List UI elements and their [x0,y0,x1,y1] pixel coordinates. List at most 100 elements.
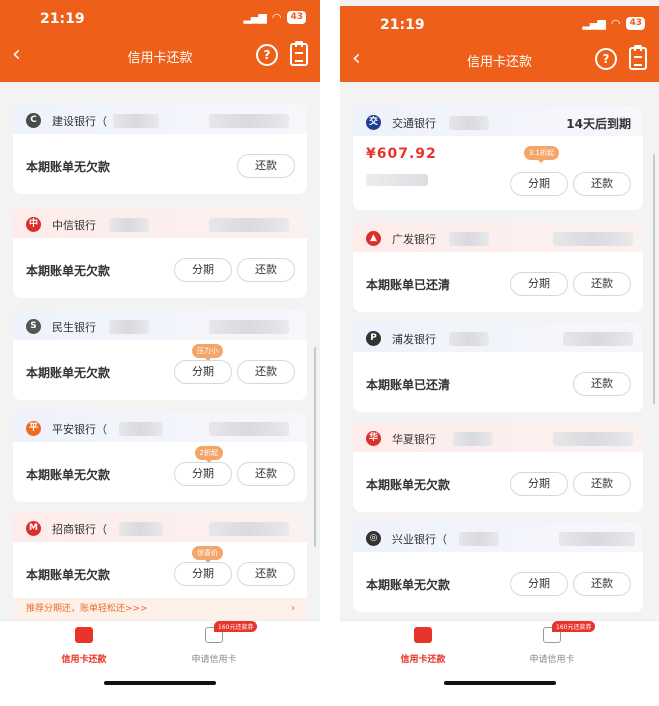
banner-text: 推荐分期还，账单轻松还>>> [26,604,148,614]
bank-name: 交通银行 [392,117,436,130]
status-icons: ▂▄▆ ◠ 43 [582,17,645,30]
split-button[interactable]: 分期 [510,472,568,496]
masked-card-number [459,532,499,546]
card-citic[interactable]: 中 中信银行 本期账单无欠款 分期 还款 [13,208,307,298]
phone-screen-left: 21:19 ▂▄▆ ◠ 43 ‹ 信用卡还款 ? C 建设银行（ 本期账单无欠款… [0,0,320,706]
battery-icon: 43 [287,11,306,24]
card-pingan[interactable]: 平 平安银行（ 本期账单无欠款 2折起 分期 还款 [13,412,307,502]
split-button[interactable]: 分期 [174,258,232,282]
pay-button[interactable]: 还款 [573,572,631,596]
coupon-badge: 160元还款券 [552,621,596,632]
masked-card-number [449,116,489,130]
promo-badge: 压力小 [192,344,223,361]
status-time: 21:19 [40,11,85,27]
scrollbar[interactable] [314,347,316,547]
bill-status: 本期账单已还清 [366,378,451,392]
split-button[interactable]: 分期 [174,360,232,384]
tab-apply[interactable]: 160元还款券 申请信用卡 [154,621,274,665]
split-button[interactable]: 分期 [174,562,232,586]
masked-card-number [209,522,289,536]
top-bar: 21:19 ▂▄▆ ◠ 43 ‹ 信用卡还款 ? [340,6,659,82]
card-cgb[interactable]: ▲ 广发银行 本期账单已还清 分期 还款 [353,222,643,312]
card-cib[interactable]: ◎ 兴业银行（ 本期账单无欠款 分期 还款 [353,522,643,612]
masked-amount-detail [366,174,428,186]
pay-button[interactable]: 还款 [573,372,631,396]
card-bocom[interactable]: 交 交通银行 14天后到期 ¥607.92 3.1折起 分期 还款 [353,106,643,210]
bill-status: 本期账单无欠款 [26,568,111,582]
masked-card-number [563,332,633,346]
bill-status: 本期账单无欠款 [366,578,451,592]
bank-name: 兴业银行（ [392,533,447,546]
card-icon [75,627,93,643]
bank-name: 招商银行（ [52,523,107,536]
phone-screen-right: 21:19 ▂▄▆ ◠ 43 ‹ 信用卡还款 ? 交 交通银行 14天后到期 ¥… [340,0,659,706]
masked-card-number [209,320,289,334]
card-hxb[interactable]: 华 华夏银行 本期账单无欠款 分期 还款 [353,422,643,512]
bill-status: 本期账单无欠款 [26,160,111,174]
masked-card-number [209,422,289,436]
nav-bar: ‹ 信用卡还款 ? [0,41,320,70]
split-button[interactable]: 分期 [510,172,568,196]
split-promo-banner[interactable]: 推荐分期还，账单轻松还>>> › [13,598,307,620]
bank-name: 浦发银行 [392,333,436,346]
spdb-logo-icon: P [366,331,381,346]
bocom-logo-icon: 交 [366,115,381,130]
tab-repay[interactable]: 信用卡还款 [363,627,483,665]
tab-repay[interactable]: 信用卡还款 [24,627,144,665]
signal-icon: ▂▄▆ [243,11,266,24]
pay-button[interactable]: 还款 [237,154,295,178]
bank-name: 建设银行（ [52,115,107,128]
battery-icon: 43 [626,17,645,30]
promo-badge: 惊喜价 [192,546,223,563]
card-list: C 建设银行（ 本期账单无欠款 还款 中 中信银行 本期账单无欠款 分期 还款 … [0,82,320,620]
bank-name: 平安银行（ [52,423,107,436]
cgb-logo-icon: ▲ [366,231,381,246]
nav-bar: ‹ 信用卡还款 ? [340,45,659,74]
ccb-logo-icon: C [26,113,41,128]
scrollbar[interactable] [653,154,655,404]
pay-button[interactable]: 还款 [237,360,295,384]
help-icon[interactable]: ? [256,44,278,66]
wifi-icon: ◠ [271,11,282,24]
card-cmbc[interactable]: S 民生银行 本期账单无欠款 压力小 分期 还款 [13,310,307,400]
coupon-badge: 160元还款券 [214,621,258,632]
masked-card-number [449,332,489,346]
split-button[interactable]: 分期 [174,462,232,486]
pay-button[interactable]: 还款 [237,462,295,486]
home-indicator [443,681,556,685]
masked-card-number [209,114,289,128]
bank-name: 中信银行 [52,219,96,232]
card-ccb[interactable]: C 建设银行（ 本期账单无欠款 还款 [13,104,307,194]
citic-logo-icon: 中 [26,217,41,232]
bill-status: 本期账单无欠款 [26,468,111,482]
status-time: 21:19 [380,17,425,33]
pay-button[interactable]: 还款 [573,472,631,496]
masked-card-number [109,218,149,232]
split-button[interactable]: 分期 [510,572,568,596]
pay-button[interactable]: 还款 [237,258,295,282]
masked-card-number [553,232,633,246]
pay-button[interactable]: 还款 [237,562,295,586]
split-button[interactable]: 分期 [510,272,568,296]
pingan-logo-icon: 平 [26,421,41,436]
tab-apply[interactable]: 160元还款券 申请信用卡 [492,621,612,665]
pay-button[interactable]: 还款 [573,272,631,296]
cib-logo-icon: ◎ [366,531,381,546]
due-date: 14天后到期 [566,117,631,131]
card-cmb[interactable]: M 招商银行（ 本期账单无欠款 惊喜价 分期 还款 [13,512,307,602]
records-icon[interactable] [629,45,647,70]
bill-status: 本期账单已还清 [366,278,451,292]
pay-button[interactable]: 还款 [573,172,631,196]
chevron-right-icon: › [291,603,295,614]
records-icon[interactable] [290,41,308,66]
status-icons: ▂▄▆ ◠ 43 [243,11,306,24]
card-spdb[interactable]: P 浦发银行 本期账单已还清 还款 [353,322,643,412]
masked-card-number [449,232,489,246]
help-icon[interactable]: ? [595,48,617,70]
home-indicator [104,681,216,685]
masked-card-number [113,114,159,128]
promo-badge: 3.1折起 [523,146,559,163]
tab-bar: 信用卡还款 160元还款券 申请信用卡 [340,620,659,706]
masked-card-number [559,532,635,546]
card-list: 交 交通银行 14天后到期 ¥607.92 3.1折起 分期 还款 ▲ 广发银行… [340,82,659,620]
